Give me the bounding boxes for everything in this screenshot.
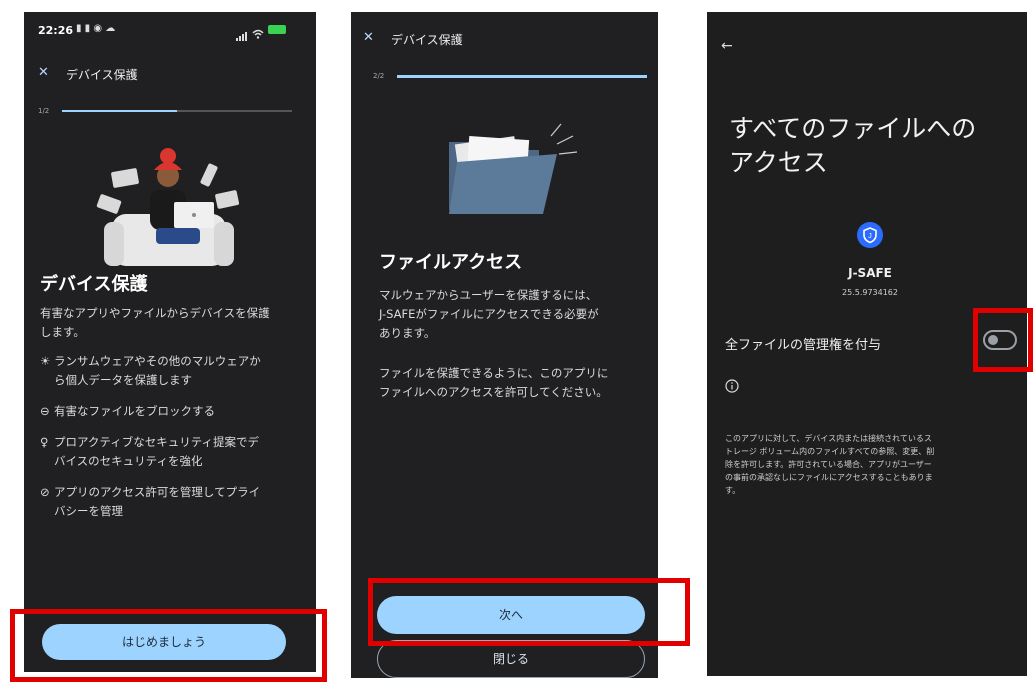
wifi-icon [252,24,264,39]
permission-request-text: ファイルを保護できるように、このアプリに ファイルへのアクセスを許可してください… [379,364,608,402]
feature-line: バイスのセキュリティを強化 [54,454,203,468]
explanation-text: マルウェアからユーザーを保護するには、 J-SAFEがファイルにアクセスできる必… [379,286,599,343]
intro-line: します。 [40,325,85,339]
explanation-line: J-SAFEがファイルにアクセスできる必要が [379,307,599,321]
request-line: ファイルを保護できるように、このアプリに [379,366,609,380]
highlight-start-button [10,609,327,682]
status-notification-icons: ▮ ▮ ◉ ☁ [76,23,116,34]
intro-line: 有害なアプリやファイルからデバイスを保護 [40,306,270,320]
description-line: す。 [725,486,741,495]
svg-text:J: J [868,233,872,240]
permission-description: このアプリに対して、デバイス内または接続されているス トレージ ボリューム内のフ… [725,432,934,497]
step-indicator: 1/2 [38,107,50,115]
app-shield-icon: J [857,222,883,248]
close-icon[interactable]: ✕ [363,30,374,45]
toggle-label: 全ファイルの管理権を付与 [725,338,882,353]
page-heading: ファイルアクセス [379,252,523,273]
status-time: 22:26 [38,24,74,37]
feature-item: ♀ プロアクティブなセキュリティ提案でデ バイスのセキュリティを強化 [40,433,310,471]
lightbulb-icon: ♀ [40,435,49,449]
explanation-line: マルウェアからユーザーを保護するには、 [379,288,598,302]
back-arrow-icon[interactable]: ← [721,38,733,54]
feature-line: バシーを管理 [54,504,123,518]
feature-line: アプリのアクセス許可を管理してプライ [54,485,261,499]
feature-item: ☀ ランサムウェアやその他のマルウェアか ら個人データを保護します [40,352,310,390]
page-heading: すべてのファイルへの アクセス [729,112,976,180]
battery-icon [268,25,286,34]
app-name: J-SAFE [848,266,892,280]
block-icon: ⊖ [40,404,50,418]
description-line: 除を許可します。許可されている場合、アプリがユーザー [725,460,932,469]
folder-illustration [449,123,578,214]
app-version: 25.5.9734162 [842,288,898,297]
heading-line: すべてのファイルへの [729,114,977,143]
privacy-icon: ⊘ [40,485,50,499]
feature-line: プロアクティブなセキュリティ提案でデ [54,435,260,449]
screen-device-protection-intro: 22:26 ▮ ▮ ◉ ☁ ✕ デバイス保護 1/2 デバイス保護 有害なアプリ… [24,12,316,672]
request-line: ファイルへのアクセスを許可してください。 [379,385,608,399]
feature-line: 有害なファイルをブロックする [54,404,215,418]
toolbar-title: デバイス保護 [391,33,463,47]
feature-item: ⊘ アプリのアクセス許可を管理してプライ バシーを管理 [40,483,310,521]
close-icon[interactable]: ✕ [38,65,49,80]
highlight-next-button [368,578,690,646]
info-icon [725,378,739,393]
progress-fill [62,110,177,112]
progress-fill [397,75,647,78]
signal-icon [236,26,248,41]
person-laptop-illustration [96,148,240,266]
explanation-line: あります。 [379,326,436,340]
heading-line: アクセス [729,148,828,177]
page-heading: デバイス保護 [40,274,148,295]
feature-item: ⊖ 有害なファイルをブロックする [40,402,310,421]
highlight-toggle [973,308,1033,372]
intro-text: 有害なアプリやファイルからデバイスを保護 します。 [40,304,270,342]
feature-list: ☀ ランサムウェアやその他のマルウェアか ら個人データを保護します ⊖ 有害なフ… [40,352,310,521]
feature-line: ら個人データを保護します [54,373,192,387]
description-line: このアプリに対して、デバイス内または接続されているス [725,434,932,443]
progress-track [62,110,292,112]
description-line: トレージ ボリューム内のファイルすべての参照、変更、削 [725,447,935,456]
description-line: の事前の承認なしにファイルにアクセスすることもありま [725,473,933,482]
step-indicator: 2/2 [373,72,385,80]
bug-icon: ☀ [40,354,51,368]
toolbar-title: デバイス保護 [66,68,138,82]
feature-line: ランサムウェアやその他のマルウェアか [54,354,261,368]
